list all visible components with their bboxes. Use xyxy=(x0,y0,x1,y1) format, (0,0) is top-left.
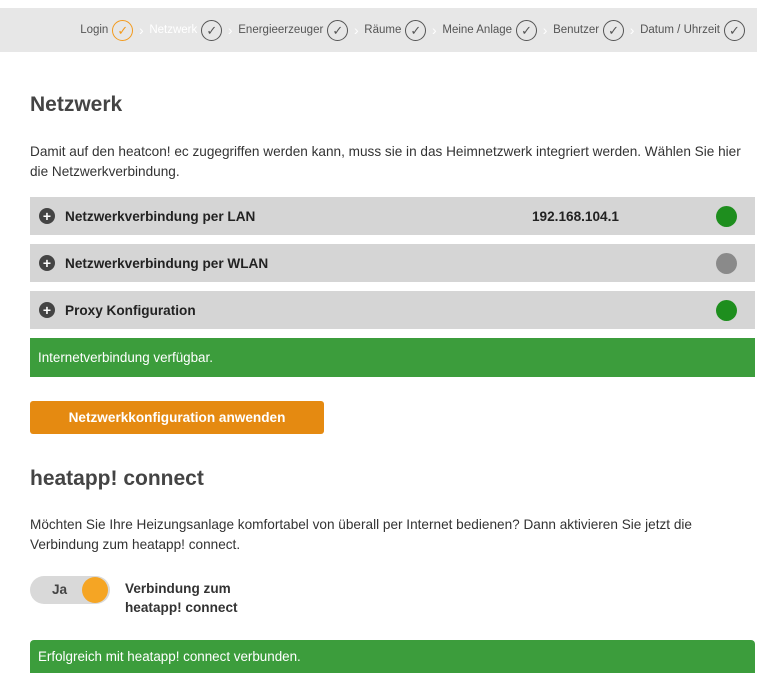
step-label: Benutzer xyxy=(553,24,600,36)
connect-toggle[interactable]: Ja xyxy=(30,576,110,604)
setup-steps-bar: Login ✓ › Netzwerk ✓ › Energieerzeuger ✓… xyxy=(0,8,757,52)
connect-title: heatapp! connect xyxy=(30,467,204,490)
check-icon: ✓ xyxy=(603,19,625,41)
toggle-state-text: Ja xyxy=(52,582,68,597)
check-icon: ✓ xyxy=(327,19,349,41)
check-icon: ✓ xyxy=(201,19,223,41)
lan-ip-address: 192.168.104.1 xyxy=(532,208,619,224)
connect-description: Möchten Sie Ihre Heizungsanlage komforta… xyxy=(30,517,692,552)
plus-icon: + xyxy=(39,302,55,318)
check-icon: ✓ xyxy=(724,19,745,41)
accordion-proxy[interactable]: + Proxy Konfiguration xyxy=(30,291,755,329)
chevron-right-icon: › xyxy=(542,22,548,38)
accordion-lan[interactable]: + Netzwerkverbindung per LAN 192.168.104… xyxy=(30,197,755,235)
step-label: Datum / Uhrzeit xyxy=(640,24,720,36)
chevron-right-icon: › xyxy=(353,22,359,38)
toggle-label-line2: heatapp! connect xyxy=(125,600,238,615)
step-label: Räume xyxy=(364,24,402,36)
step-label: Meine Anlage xyxy=(442,24,513,36)
step-energieerzeuger[interactable]: Energieerzeuger ✓ xyxy=(238,19,349,41)
toggle-knob xyxy=(82,577,108,603)
network-description: Damit auf den heatcon! ec zugegriffen we… xyxy=(30,144,741,179)
chevron-right-icon: › xyxy=(432,22,437,38)
check-icon: ✓ xyxy=(405,19,427,41)
lan-status-dot xyxy=(716,205,737,227)
step-meine-anlage[interactable]: Meine Anlage ✓ xyxy=(442,19,538,41)
toggle-label-line1: Verbindung zum xyxy=(125,581,231,596)
internet-status-text: Internetverbindung verfügbar. xyxy=(38,350,213,365)
chevron-right-icon: › xyxy=(227,22,233,38)
connect-status-banner: Erfolgreich mit heatapp! connect verbund… xyxy=(30,640,755,673)
plus-icon: + xyxy=(39,208,55,224)
check-icon: ✓ xyxy=(516,19,538,41)
step-raeume[interactable]: Räume ✓ xyxy=(364,19,427,41)
accordion-proxy-label: Proxy Konfiguration xyxy=(65,302,196,318)
accordion-lan-label: Netzwerkverbindung per LAN xyxy=(65,208,256,224)
step-login[interactable]: Login ✓ xyxy=(80,19,134,41)
accordion-wlan-label: Netzwerkverbindung per WLAN xyxy=(65,255,269,271)
step-benutzer[interactable]: Benutzer ✓ xyxy=(553,19,625,41)
chevron-right-icon: › xyxy=(138,22,144,38)
connect-status-text: Erfolgreich mit heatapp! connect verbund… xyxy=(38,649,301,664)
proxy-status-dot xyxy=(716,299,737,321)
step-label: Energieerzeuger xyxy=(238,24,324,36)
apply-network-config-button[interactable]: Netzwerkkonfiguration anwenden xyxy=(30,401,324,434)
plus-icon: + xyxy=(39,255,55,271)
chevron-right-icon: › xyxy=(629,22,635,38)
check-icon: ✓ xyxy=(112,19,134,41)
connect-toggle-label: Verbindung zum heatapp! connect xyxy=(125,579,305,617)
step-netzwerk[interactable]: Netzwerk ✓ xyxy=(149,19,223,41)
step-label: Netzwerk xyxy=(149,24,198,36)
step-label: Login xyxy=(80,24,109,36)
wlan-status-dot xyxy=(716,252,737,274)
network-title: Netzwerk xyxy=(30,93,123,116)
internet-status-banner: Internetverbindung verfügbar. xyxy=(30,338,755,377)
step-datum-uhrzeit[interactable]: Datum / Uhrzeit ✓ xyxy=(640,19,745,41)
accordion-wlan[interactable]: + Netzwerkverbindung per WLAN xyxy=(30,244,755,282)
